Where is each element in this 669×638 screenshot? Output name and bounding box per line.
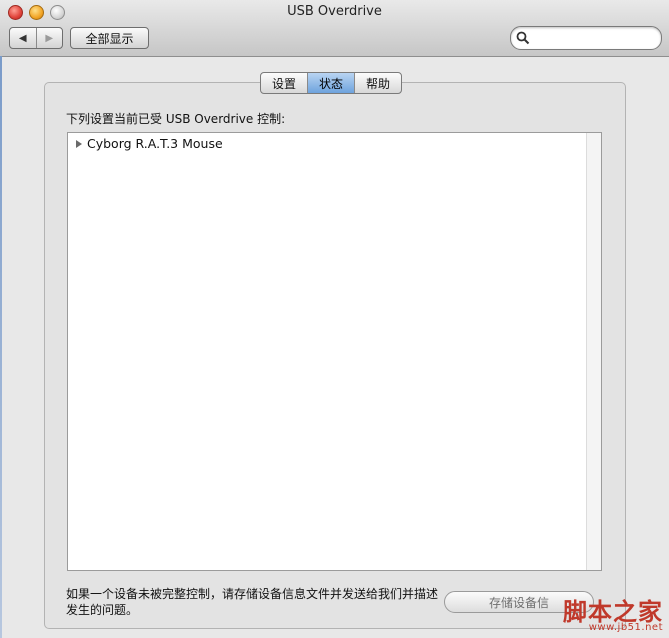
search-field[interactable]	[510, 26, 662, 50]
device-row[interactable]: Cyborg R.A.T.3 Mouse	[76, 136, 223, 151]
title-bar: USB Overdrive ◀ ▶ 全部显示	[0, 0, 669, 57]
tab-help[interactable]: 帮助	[354, 73, 401, 93]
device-name: Cyborg R.A.T.3 Mouse	[87, 136, 223, 151]
forward-button[interactable]: ▶	[35, 28, 63, 48]
back-arrow-icon: ◀	[18, 32, 27, 44]
footer-instructions: 如果一个设备未被完整控制，请存储设备信息文件并发送给我们并描述发生的问题。	[66, 587, 439, 617]
preferences-window: USB Overdrive ◀ ▶ 全部显示 设置 状态 帮助 下列设置当前已受…	[0, 0, 669, 638]
vertical-scrollbar[interactable]	[586, 133, 601, 570]
tab-bar: 设置 状态 帮助	[260, 72, 403, 94]
background-window-edge	[0, 56, 2, 638]
back-button[interactable]: ◀	[10, 28, 36, 48]
back-forward-control: ◀ ▶	[9, 27, 63, 49]
device-outline-view[interactable]: Cyborg R.A.T.3 Mouse	[67, 132, 602, 571]
window-title: USB Overdrive	[287, 4, 382, 19]
save-device-info-button[interactable]: 存储设备信	[444, 591, 594, 613]
forward-arrow-icon: ▶	[45, 32, 54, 44]
tab-settings[interactable]: 设置	[261, 73, 307, 93]
show-all-button[interactable]: 全部显示	[70, 27, 149, 49]
search-input[interactable]	[531, 29, 655, 47]
disclosure-triangle-icon[interactable]	[76, 139, 82, 148]
tab-status[interactable]: 状态	[307, 73, 355, 93]
search-icon	[516, 31, 530, 45]
controlled-devices-label: 下列设置当前已受 USB Overdrive 控制:	[66, 112, 286, 126]
